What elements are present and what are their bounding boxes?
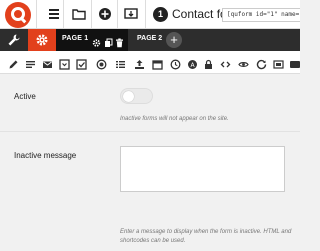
date-icon[interactable] (152, 57, 163, 70)
checkbox-icon[interactable] (76, 57, 87, 70)
active-help-text: Inactive forms will not appear on the si… (120, 116, 229, 122)
tab-page-2-label: PAGE 2 (137, 35, 163, 42)
divider (91, 0, 92, 29)
html-icon[interactable] (220, 57, 231, 68)
divider (63, 0, 64, 29)
file-upload-icon[interactable] (134, 57, 145, 69)
textarea-icon[interactable] (25, 57, 36, 68)
divider (0, 131, 300, 132)
tab-page-1-label: PAGE 1 (62, 35, 89, 42)
captcha-icon[interactable]: A (187, 57, 198, 69)
tab-page-2[interactable]: PAGE 2 (128, 29, 162, 51)
group-icon[interactable] (273, 57, 284, 69)
shortcode-field[interactable]: [quform id="1" name="Contact (222, 8, 300, 22)
folder-icon[interactable] (71, 6, 87, 22)
hidden-icon[interactable] (238, 57, 249, 68)
settings-gear-icon[interactable] (28, 29, 56, 51)
add-icon[interactable] (97, 6, 113, 22)
time-icon[interactable] (170, 57, 181, 70)
field-toolbar: A (0, 51, 300, 74)
active-label: Active (14, 92, 36, 101)
tab-page-1[interactable]: PAGE 1 (56, 29, 128, 51)
recaptcha-icon[interactable] (256, 57, 267, 70)
submit-icon[interactable] (290, 57, 301, 68)
inactive-message-help-line1: Enter a message to display when the form… (120, 229, 292, 235)
inactive-message-help-line2: shortcodes can be used. (120, 238, 186, 244)
pencil-icon[interactable] (8, 57, 19, 69)
list-icon[interactable] (115, 57, 126, 68)
wrench-icon[interactable] (0, 29, 28, 51)
inactive-message-textarea[interactable] (120, 146, 285, 192)
form-id-badge: 1 (153, 7, 168, 22)
menu-icon[interactable] (46, 6, 62, 22)
select-icon[interactable] (59, 57, 70, 70)
email-icon[interactable] (42, 57, 53, 68)
radio-icon[interactable] (96, 57, 107, 70)
top-bar: 1 Contact form [quform id="1" name="Cont… (0, 0, 300, 29)
trash-icon[interactable] (115, 35, 124, 48)
copy-icon[interactable] (104, 35, 113, 47)
logo-icon (5, 2, 31, 28)
active-toggle[interactable] (120, 88, 153, 104)
add-page-button[interactable]: + (166, 32, 182, 48)
divider (117, 0, 118, 29)
password-icon[interactable] (203, 57, 214, 69)
divider (145, 0, 146, 29)
gear-icon[interactable] (92, 35, 101, 47)
inactive-message-label: Inactive message (14, 151, 77, 160)
preview-icon[interactable] (123, 6, 139, 22)
divider (36, 0, 37, 29)
page-tabs-bar: PAGE 1 PAGE 2 + (0, 29, 300, 51)
